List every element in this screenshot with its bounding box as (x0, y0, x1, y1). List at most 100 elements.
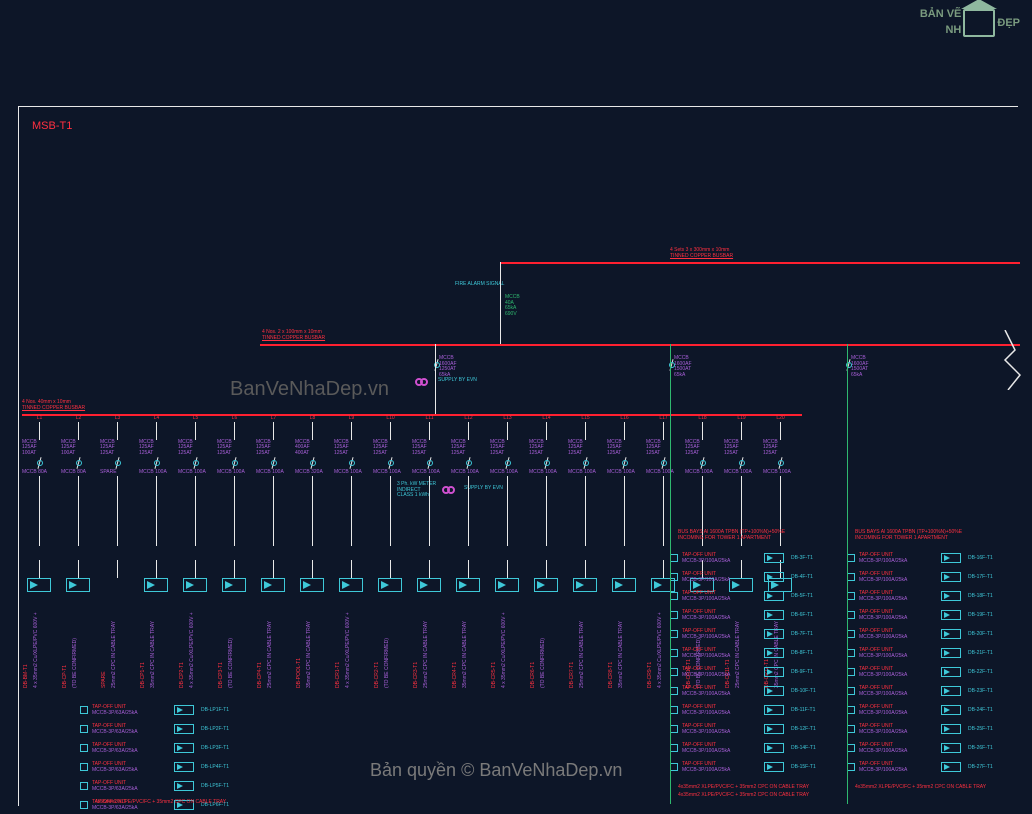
right-header-2: BUS BAYS Al 1600A TPBN (TP+100%N)+50%E I… (855, 530, 962, 541)
outgoing-label-4: DB-CP2-T1 (180, 598, 186, 688)
breaker-L1: L1 MCCB125AF100AT MCCB 80A (22, 416, 57, 546)
riser-breaker-2: MCCB1600AF1500AT65kA (851, 356, 869, 378)
tapoff-row: TAP-OFF UNITMCCB-3P/100A/25kA DB-16F-T1 (847, 548, 993, 567)
outgoing-label-12: DB-CR5-T1 (492, 598, 498, 688)
outgoing-label-13: DB-CR6-T1 (531, 598, 537, 688)
dist-box-L6 (222, 578, 246, 592)
busbar-mid (260, 344, 1020, 346)
outgoing-label-11: DB-CR4-T1 (453, 598, 459, 688)
tapoff-row: TAP-OFF UNITMCCB-3P/100A/25kA DB-24F-T1 (847, 700, 993, 719)
tapoff-row: TAP-OFF UNITMCCB-3P/100A/25kA DB-4F-T1 (670, 567, 816, 586)
riser-1 (670, 344, 671, 804)
riser-breaker-1: MCCB1600AF1500AT65kA (674, 356, 692, 378)
dist-box-L14 (534, 578, 558, 592)
dist-box-L7 (261, 578, 285, 592)
riser-breaker-0: MCCB1600AF1250AT65kA (439, 356, 457, 378)
dist-box-L16 (612, 578, 636, 592)
dist-box-L10 (378, 578, 402, 592)
dist-box-L12 (456, 578, 480, 592)
breaker-L17: L17 MCCB125AF125AT MCCB 100A (646, 416, 681, 546)
dist-box-L9 (339, 578, 363, 592)
outgoing-label-10: DB-CR3-T1 (414, 598, 420, 688)
cable-note-2: 4x35mm2 XLPE/PVC/FC + 35mm2 CPC ON CABLE… (678, 793, 809, 799)
tapoff-row: TAP-OFF UNITMCCB-3P/100A/25kA DB-23F-T1 (847, 681, 993, 700)
breaker-L4: L4 MCCB125AF125AT MCCB 100A (139, 416, 174, 546)
cable-note-1: 4x35mm2 XLPE/PVC/FC + 35mm2 CPC ON CABLE… (678, 785, 809, 791)
cable-note-left: 4x35mm2 XLPE/PVC/FC + 35mm2 CPC ON CABLE… (95, 800, 226, 806)
tapoff-row: TAP-OFF UNITMCCB-3P/100A/25kA DB-17F-T1 (847, 567, 993, 586)
tapoff-row: TAP-OFF UNITMCCB-3P/100A/25kA DB-14F-T1 (670, 738, 816, 757)
watermark-logo: BẢN VẼ NH ĐẸP (920, 8, 1020, 38)
outgoing-label-6: DB-CP4-T1 (258, 598, 264, 688)
dist-box-L1 (27, 578, 51, 592)
tapoff-row: TAP-OFF UNITMCCB-3P/63A/25kA DB-LP1F-T1 (80, 700, 229, 719)
busbar-upper-label: 4 Sets 3 x 300mm x 10mm TINNED COPPER BU… (670, 248, 733, 259)
breaker-L13: L13 MCCB125AF125AT MCCB 100A (490, 416, 525, 546)
tapoff-row: TAP-OFF UNITMCCB-3P/100A/25kA DB-6F-T1 (670, 605, 816, 624)
dist-box-L4 (144, 578, 168, 592)
outgoing-label-14: DB-CR7-T1 (570, 598, 576, 688)
busbar-lower-label: 4 Nos. 40mm x 10mm TINNED COPPER BUSBAR (22, 400, 85, 411)
supply-evn-1-label: SUPPLY BY EVN (438, 378, 477, 384)
tapoff-row: TAP-OFF UNITMCCB-3P/100A/25kA DB-15F-T1 (670, 757, 816, 776)
dist-box-L2 (66, 578, 90, 592)
breaker-L12: L12 MCCB125AF125AT MCCB 100A (451, 416, 486, 546)
tapoff-row: TAP-OFF UNITMCCB-3P/100A/25kA DB-22F-T1 (847, 662, 993, 681)
left-sub-panel: TAP-OFF UNITMCCB-3P/63A/25kA DB-LP1F-T1 … (80, 700, 229, 814)
tapoff-row: TAP-OFF UNITMCCB-3P/100A/25kA DB-19F-T1 (847, 605, 993, 624)
breaker-L20: L20 MCCB125AF125AT MCCB 100A (763, 416, 798, 546)
dist-box-L13 (495, 578, 519, 592)
breaker-L9: L9 MCCB125AF125AT MCCB 100A (334, 416, 369, 546)
breaker-L15: L15 MCCB125AF125AT MCCB 100A (568, 416, 603, 546)
right-header-1: BUS BAYS Al 1600A TPBN (TP+100%N)+50%E I… (678, 530, 785, 541)
tapoff-row: TAP-OFF UNITMCCB-3P/100A/25kA DB-5F-T1 (670, 586, 816, 605)
breaker-L14: L14 MCCB125AF125AT MCCB 100A (529, 416, 564, 546)
tapoff-row: TAP-OFF UNITMCCB-3P/63A/25kA DB-LP2F-T1 (80, 719, 229, 738)
tapoff-row: TAP-OFF UNITMCCB-3P/100A/25kA DB-26F-T1 (847, 738, 993, 757)
breaker-L2: L2 MCCB125AF100AT MCCB 80A (61, 416, 96, 546)
cad-canvas[interactable]: MSB-T1 BẢN VẼ NH ĐẸP BanVeNhaDep.vn Bản … (0, 0, 1032, 808)
tapoff-row: TAP-OFF UNITMCCB-3P/100A/25kA DB-25F-T1 (847, 719, 993, 738)
tapoff-row: TAP-OFF UNITMCCB-3P/63A/25kA DB-LP5F-T1 (80, 776, 229, 795)
outgoing-label-3: DB-CP1-T1 (141, 598, 147, 688)
outgoing-label-5: DB-CP3-T1 (219, 598, 225, 688)
fire-alarm-label: FIRE ALARM SIGNAL (455, 282, 504, 288)
tapoff-row: TAP-OFF UNITMCCB-3P/100A/25kA DB-3F-T1 (670, 548, 816, 567)
break-symbol (1000, 330, 1030, 390)
tapoff-panel-1: TAP-OFF UNITMCCB-3P/100A/25kA DB-3F-T1 T… (670, 548, 816, 776)
cable-note-3: 4x35mm2 XLPE/PVC/FC + 35mm2 CPC ON CABLE… (855, 785, 986, 791)
outgoing-label-8: DB-CR1-T1 (336, 598, 342, 688)
breaker-L7: L7 MCCB125AF125AT MCCB 100A (256, 416, 291, 546)
breaker-L19: L19 MCCB125AF125AT MCCB 100A (724, 416, 759, 546)
dist-box-L5 (183, 578, 207, 592)
outgoing-label-15: DB-CR8-T1 (609, 598, 615, 688)
tapoff-row: TAP-OFF UNITMCCB-3P/63A/25kA DB-LP3F-T1 (80, 738, 229, 757)
busbar-upper (500, 262, 1020, 264)
tapoff-row: TAP-OFF UNITMCCB-3P/100A/25kA DB-11F-T1 (670, 700, 816, 719)
outgoing-label-1: DB-CP-T1 (63, 598, 69, 688)
supply-evn-1 (415, 378, 431, 394)
riser-2 (847, 344, 848, 804)
dist-box-L15 (573, 578, 597, 592)
fire-alarm-spec: MCCB40A65kA690V (505, 295, 520, 317)
tapoff-row: TAP-OFF UNITMCCB-3P/100A/25kA DB-20F-T1 (847, 624, 993, 643)
tapoff-row: TAP-OFF UNITMCCB-3P/100A/25kA DB-7F-T1 (670, 624, 816, 643)
breaker-L16: L16 MCCB125AF125AT MCCB 100A (607, 416, 642, 546)
tapoff-panel-2: TAP-OFF UNITMCCB-3P/100A/25kA DB-16F-T1 … (847, 548, 993, 776)
tapoff-row: TAP-OFF UNITMCCB-3P/100A/25kA DB-9F-T1 (670, 662, 816, 681)
riser-drop (500, 262, 501, 344)
outgoing-label-9: DB-CR2-T1 (375, 598, 381, 688)
breaker-L5: L5 MCCB125AF125AT MCCB 100A (178, 416, 213, 546)
busbar-mid-label: 4 Nos. 2 x 100mm x 10mm TINNED COPPER BU… (262, 330, 325, 341)
tapoff-row: TAP-OFF UNITMCCB-3P/100A/25kA DB-27F-T1 (847, 757, 993, 776)
panel-title: MSB-T1 (26, 118, 78, 134)
riser-mid (435, 344, 436, 414)
breaker-L18: L18 MCCB125AF125AT MCCB 100A (685, 416, 720, 546)
dist-box-L11 (417, 578, 441, 592)
tapoff-row: TAP-OFF UNITMCCB-3P/100A/25kA DB-21F-T1 (847, 643, 993, 662)
outgoing-label-2: SPARE (102, 598, 108, 688)
tapoff-row: TAP-OFF UNITMCCB-3P/63A/25kA DB-LP4F-T1 (80, 757, 229, 776)
tapoff-row: TAP-OFF UNITMCCB-3P/100A/25kA DB-10F-T1 (670, 681, 816, 700)
breaker-L10: L10 MCCB125AF125AT MCCB 100A (373, 416, 408, 546)
breaker-L3: L3 MCCB125AF125AT SPARE (100, 416, 135, 546)
